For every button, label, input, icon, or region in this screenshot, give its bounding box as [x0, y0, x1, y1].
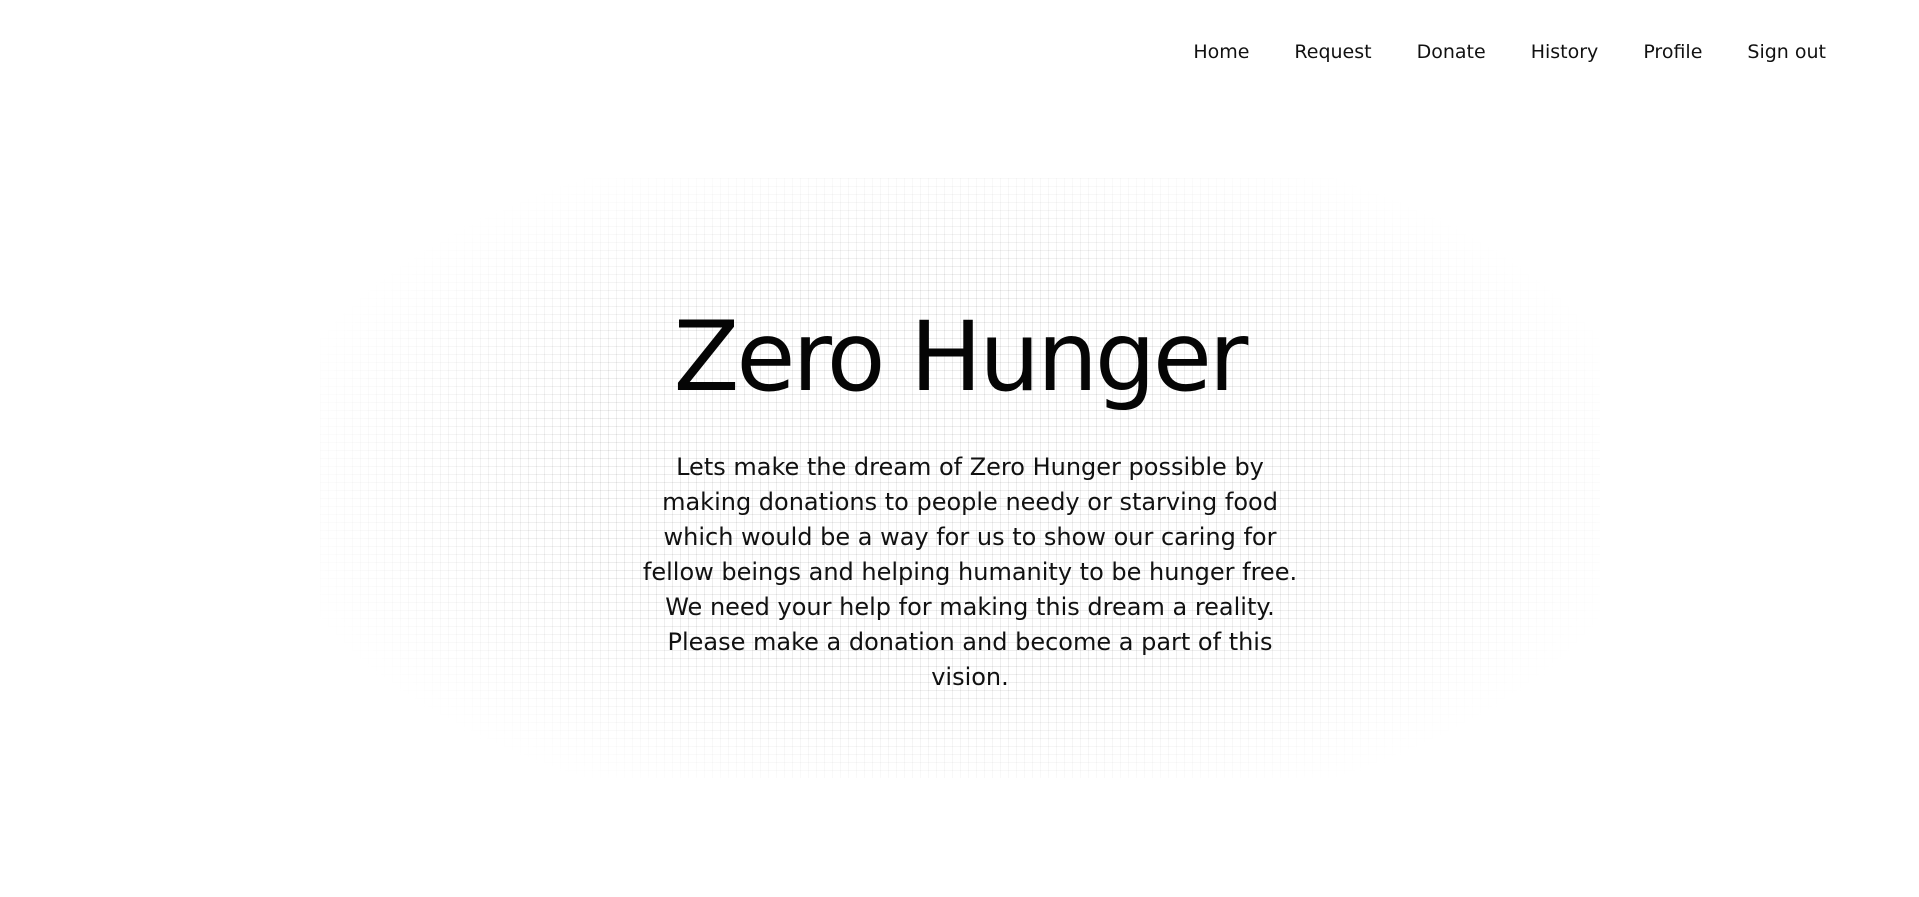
- hero-title: Zero Hunger: [673, 301, 1249, 413]
- top-navigation: Home Request Donate History Profile Sign…: [1193, 38, 1826, 66]
- page: Home Request Donate History Profile Sign…: [0, 0, 1919, 897]
- hero-description: Lets make the dream of Zero Hunger possi…: [642, 453, 1298, 691]
- nav-sign-out-link[interactable]: Sign out: [1747, 38, 1826, 66]
- nav-profile-link[interactable]: Profile: [1643, 38, 1702, 66]
- nav-donate-link[interactable]: Donate: [1417, 38, 1486, 66]
- nav-history-link[interactable]: History: [1531, 38, 1599, 66]
- nav-home-link[interactable]: Home: [1193, 38, 1249, 66]
- nav-request-link[interactable]: Request: [1294, 38, 1371, 66]
